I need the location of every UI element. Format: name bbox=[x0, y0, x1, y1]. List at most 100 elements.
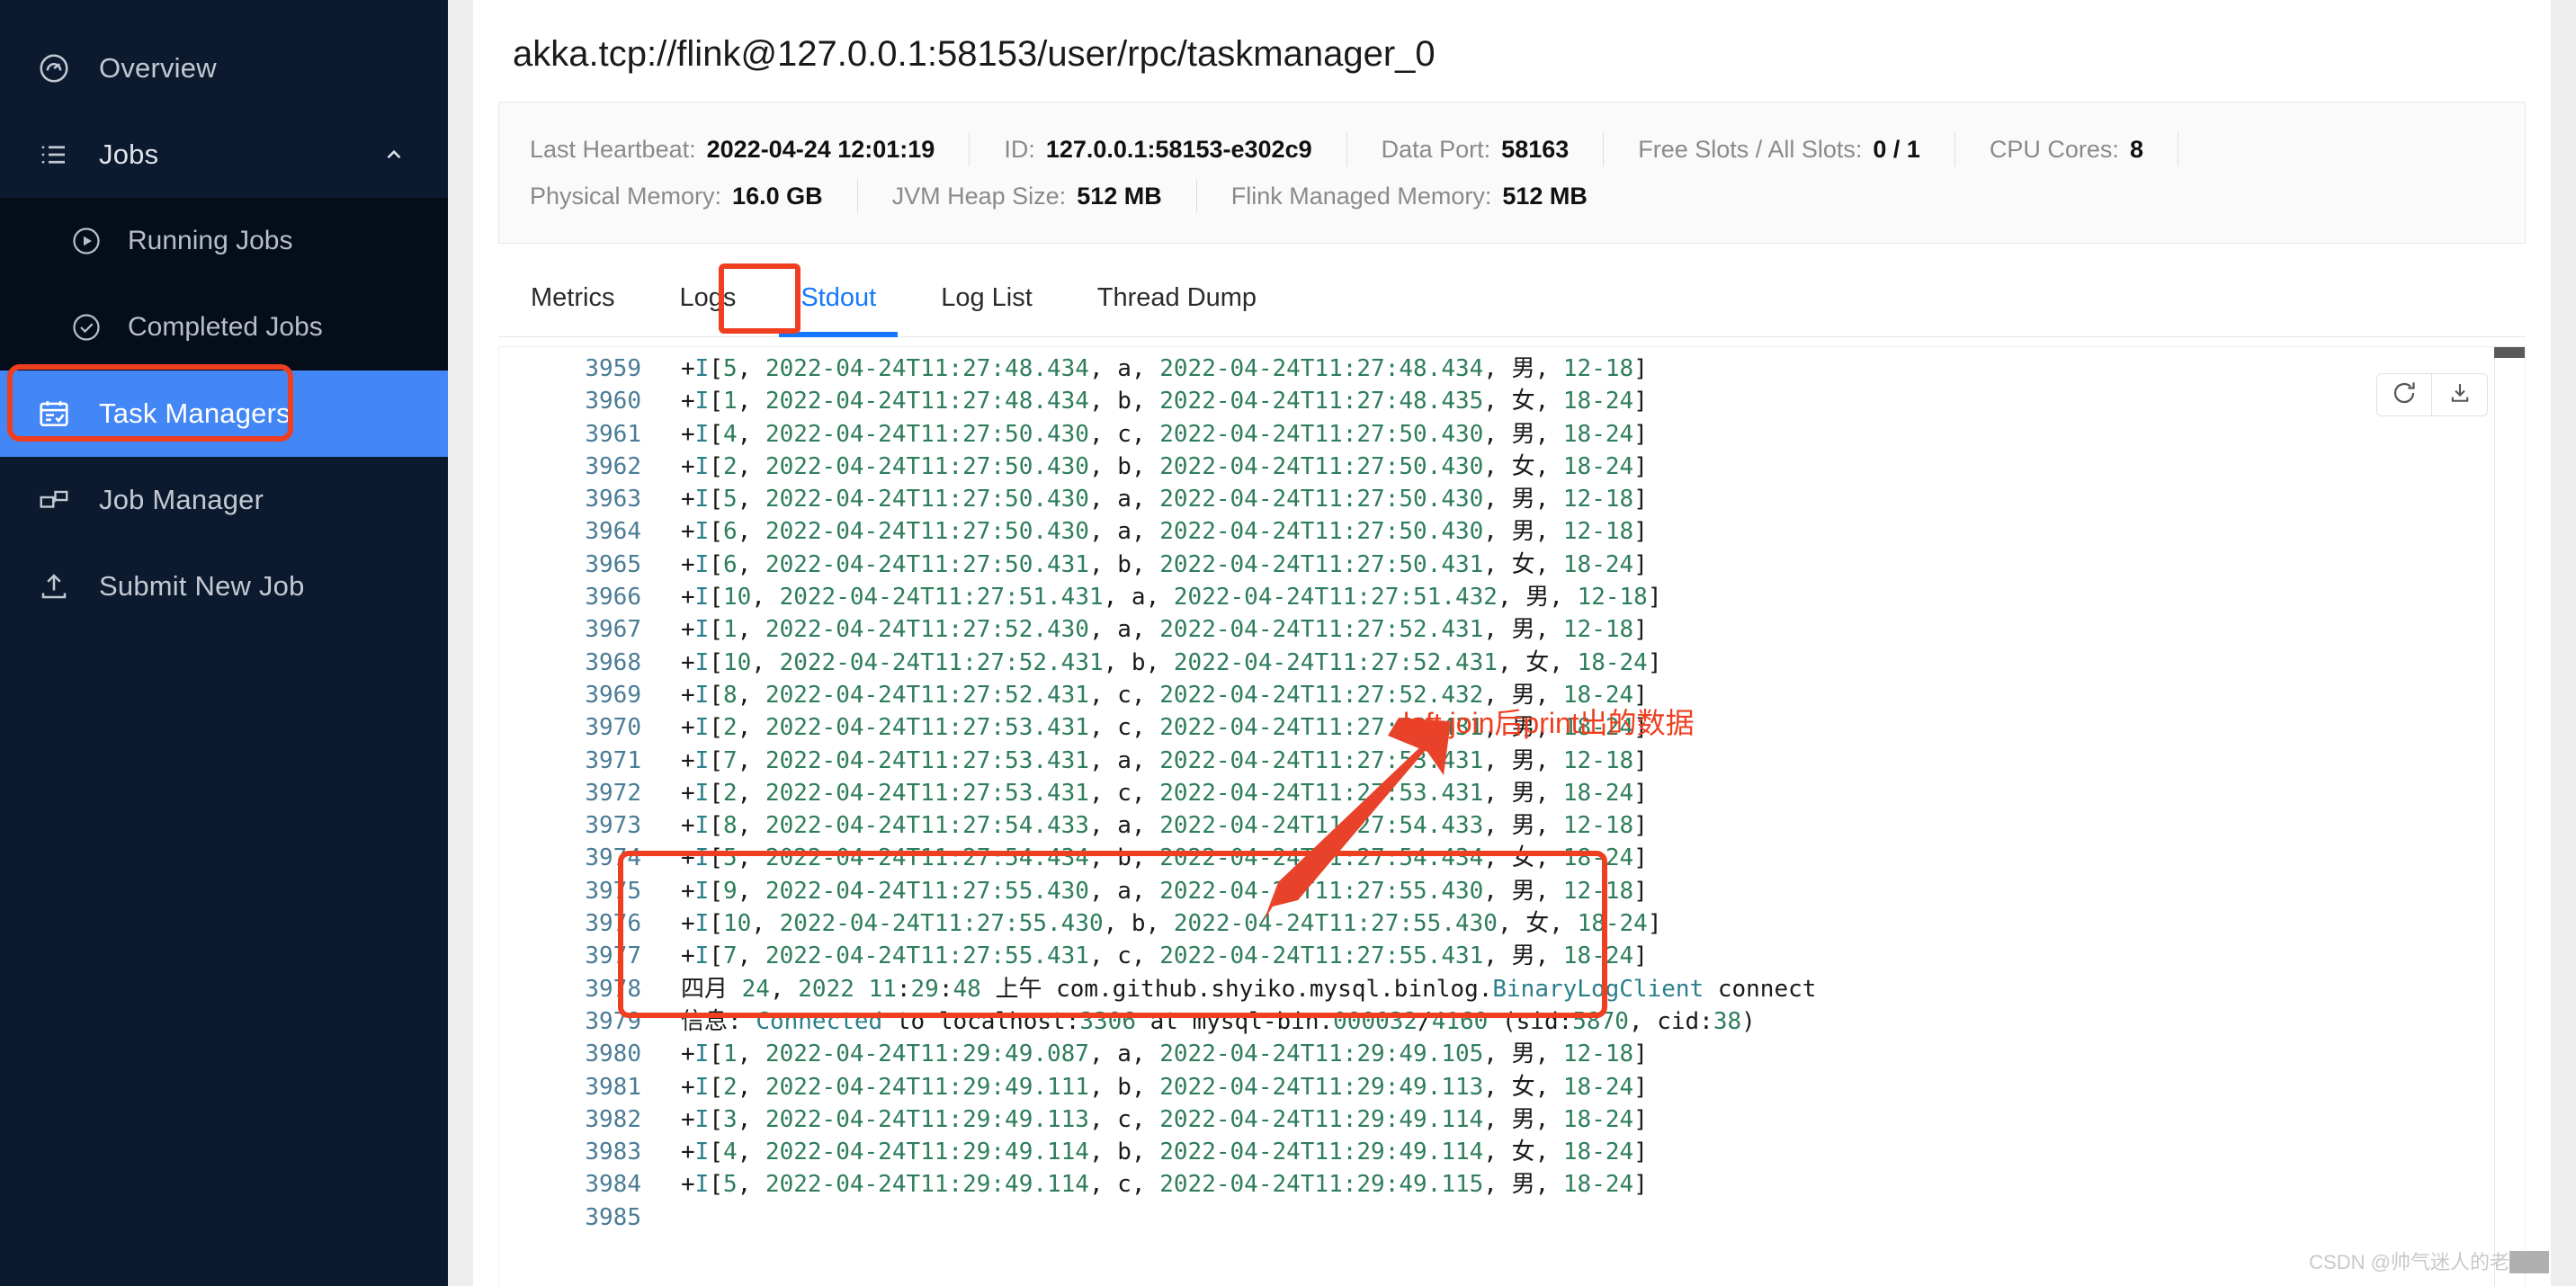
log-line: 3961 +I[4, 2022-04-24T11:27:50.430, c, 20… bbox=[499, 418, 2525, 451]
log-line-number: 3966 bbox=[585, 584, 641, 612]
log-line-content: +I[10, 2022-04-24T11:27:52.431, b, 2022-… bbox=[681, 648, 1662, 676]
sidebar-item-label: Task Managers bbox=[99, 397, 291, 429]
info-row-1: Last Heartbeat: 2022-04-24 12:01:19 ID: … bbox=[530, 126, 2494, 173]
log-line-number: 3963 bbox=[585, 486, 641, 514]
chevron-up-icon[interactable] bbox=[381, 142, 407, 167]
log-line-number: 3959 bbox=[585, 355, 641, 382]
stdout-panel: 3959 +I[5, 2022-04-24T11:27:48.434, a, 20… bbox=[498, 346, 2526, 1286]
log-line-number: 3969 bbox=[585, 681, 641, 709]
log-line: 3973 +I[8, 2022-04-24T11:27:54.433, a, 20… bbox=[499, 809, 2525, 842]
log-line-content: +I[8, 2022-04-24T11:27:54.433, a, 2022-0… bbox=[681, 812, 1648, 840]
log-line: 3984 +I[5, 2022-04-24T11:29:49.114, c, 20… bbox=[499, 1168, 2525, 1201]
sidebar-item-label: Completed Jobs bbox=[128, 312, 323, 342]
download-icon bbox=[2447, 380, 2473, 410]
log-line: 3965 +I[6, 2022-04-24T11:27:50.431, b, 20… bbox=[499, 549, 2525, 581]
info-value: 0 / 1 bbox=[1873, 135, 1920, 163]
info-cpu-cores: CPU Cores: 8 bbox=[1990, 136, 2143, 164]
info-value: 16.0 GB bbox=[732, 182, 823, 210]
info-physical-memory: Physical Memory: 16.0 GB bbox=[530, 183, 823, 210]
info-value: 512 MB bbox=[1077, 182, 1162, 210]
log-line: 3962 +I[2, 2022-04-24T11:27:50.430, b, 20… bbox=[499, 451, 2525, 483]
annotation-text: left join后print出的数据 bbox=[1403, 707, 1695, 739]
log-line-number: 3967 bbox=[585, 616, 641, 644]
log-line-number: 3978 bbox=[585, 975, 641, 1003]
sidebar-item-running-jobs[interactable]: Running Jobs bbox=[0, 198, 448, 284]
log-line-number: 3984 bbox=[585, 1171, 641, 1199]
log-output[interactable]: 3959 +I[5, 2022-04-24T11:27:48.434, a, 20… bbox=[498, 346, 2526, 1286]
log-line-content: +I[1, 2022-04-24T11:27:48.434, b, 2022-0… bbox=[681, 388, 1648, 415]
info-value: 8 bbox=[2129, 135, 2143, 163]
log-line-content: +I[4, 2022-04-24T11:27:50.430, c, 2022-0… bbox=[681, 420, 1648, 448]
log-line: 3979 信息: Connected to localhost:3306 at m… bbox=[499, 1005, 2525, 1038]
info-key: Physical Memory: bbox=[530, 182, 722, 210]
log-line: 3978 四月 24, 2022 11:29:48 上午 com.github.s… bbox=[499, 973, 2525, 1005]
tab-thread-dump[interactable]: Thread Dump bbox=[1076, 283, 1278, 336]
main-panel: akka.tcp://flink@127.0.0.1:58153/user/rp… bbox=[473, 0, 2551, 1286]
log-line-content: +I[2, 2022-04-24T11:27:53.431, c, 2022-0… bbox=[681, 779, 1648, 807]
sidebar-item-task-managers[interactable]: Task Managers bbox=[0, 371, 448, 457]
log-line: 3963 +I[5, 2022-04-24T11:27:50.430, a, 20… bbox=[499, 483, 2525, 515]
tab-metrics[interactable]: Metrics bbox=[509, 283, 636, 336]
log-line-number: 3970 bbox=[585, 714, 641, 742]
log-line-content: +I[2, 2022-04-24T11:27:50.430, b, 2022-0… bbox=[681, 452, 1648, 480]
sidebar-sublist-jobs: Running Jobs Completed Jobs bbox=[0, 198, 448, 371]
sidebar-item-label: Jobs bbox=[99, 138, 159, 170]
info-key: ID: bbox=[1004, 135, 1035, 163]
log-line-content: +I[6, 2022-04-24T11:27:50.430, a, 2022-0… bbox=[681, 518, 1648, 546]
sidebar-group-jobs[interactable]: Jobs bbox=[0, 112, 448, 198]
log-line-number: 3973 bbox=[585, 812, 641, 840]
log-line-number: 3968 bbox=[585, 648, 641, 676]
info-value: 2022-04-24 12:01:19 bbox=[706, 135, 935, 163]
log-line: 3977 +I[7, 2022-04-24T11:27:55.431, c, 20… bbox=[499, 940, 2525, 972]
gauge-icon bbox=[34, 49, 74, 88]
log-line-number: 3960 bbox=[585, 388, 641, 415]
log-line: 3982 +I[3, 2022-04-24T11:29:49.113, c, 20… bbox=[499, 1103, 2525, 1136]
watermark-middle: 迷人的老 bbox=[2429, 1251, 2509, 1273]
sidebar-item-label: Submit New Job bbox=[99, 570, 305, 602]
log-line-number: 3981 bbox=[585, 1073, 641, 1101]
info-last-heartbeat: Last Heartbeat: 2022-04-24 12:01:19 bbox=[530, 136, 935, 164]
sidebar-item-label: Job Manager bbox=[99, 484, 264, 515]
log-line: 3974 +I[5, 2022-04-24T11:27:54.434, b, 20… bbox=[499, 842, 2525, 874]
taskmanager-info-card: Last Heartbeat: 2022-04-24 12:01:19 ID: … bbox=[498, 102, 2526, 244]
tab-logs[interactable]: Logs bbox=[657, 283, 757, 336]
info-jvm-heap-size: JVM Heap Size: 512 MB bbox=[892, 183, 1162, 210]
log-line-number: 3976 bbox=[585, 910, 641, 938]
info-flink-managed-memory: Flink Managed Memory: 512 MB bbox=[1231, 183, 1588, 210]
refresh-button[interactable] bbox=[2376, 373, 2432, 416]
log-line: 3968 +I[10, 2022-04-24T11:27:52.431, b, 2… bbox=[499, 647, 2525, 679]
log-line: 3981 +I[2, 2022-04-24T11:29:49.111, b, 20… bbox=[499, 1071, 2525, 1103]
download-button[interactable] bbox=[2432, 373, 2488, 416]
divider bbox=[969, 132, 970, 166]
tab-log-list[interactable]: Log List bbox=[919, 283, 1054, 336]
sidebar-item-completed-jobs[interactable]: Completed Jobs bbox=[0, 284, 448, 371]
layout-icon bbox=[34, 480, 74, 520]
log-line-content: +I[9, 2022-04-24T11:27:55.430, a, 2022-0… bbox=[681, 877, 1648, 905]
tab-bar: Metrics Logs Stdout Log List Thread Dump bbox=[498, 244, 2526, 337]
sidebar-item-overview[interactable]: Overview bbox=[0, 25, 448, 112]
info-value: 58163 bbox=[1501, 135, 1570, 163]
info-id: ID: 127.0.0.1:58153-e302c9 bbox=[1004, 136, 1311, 164]
log-scrollbar-thumb[interactable] bbox=[2494, 347, 2525, 358]
log-line-number: 3974 bbox=[585, 844, 641, 872]
log-line-number: 3983 bbox=[585, 1139, 641, 1166]
tab-stdout[interactable]: Stdout bbox=[779, 283, 899, 337]
info-row-2: Physical Memory: 16.0 GB JVM Heap Size: … bbox=[530, 173, 2494, 219]
log-line: 3964 +I[6, 2022-04-24T11:27:50.430, a, 20… bbox=[499, 515, 2525, 548]
log-line-number: 3964 bbox=[585, 518, 641, 546]
sidebar-item-job-manager[interactable]: Job Manager bbox=[0, 457, 448, 543]
log-line-content: 信息: Connected to localhost:3306 at mysql… bbox=[681, 1007, 1756, 1035]
log-scrollbar-track[interactable] bbox=[2494, 347, 2525, 1286]
log-line-content: +I[5, 2022-04-24T11:29:49.114, c, 2022-0… bbox=[681, 1171, 1648, 1199]
log-toolbar bbox=[2376, 373, 2488, 416]
list-icon bbox=[34, 135, 74, 174]
log-line-number: 3965 bbox=[585, 550, 641, 578]
play-circle-icon bbox=[68, 223, 104, 259]
sidebar-item-submit-new-job[interactable]: Submit New Job bbox=[0, 543, 448, 630]
divider bbox=[1195, 179, 1197, 213]
log-line-content: +I[1, 2022-04-24T11:29:49.087, a, 2022-0… bbox=[681, 1040, 1648, 1068]
info-key: Free Slots / All Slots: bbox=[1638, 135, 1863, 163]
log-line-number: 3975 bbox=[585, 877, 641, 905]
info-key: CPU Cores: bbox=[1989, 135, 2119, 163]
log-line-number: 3971 bbox=[585, 746, 641, 774]
